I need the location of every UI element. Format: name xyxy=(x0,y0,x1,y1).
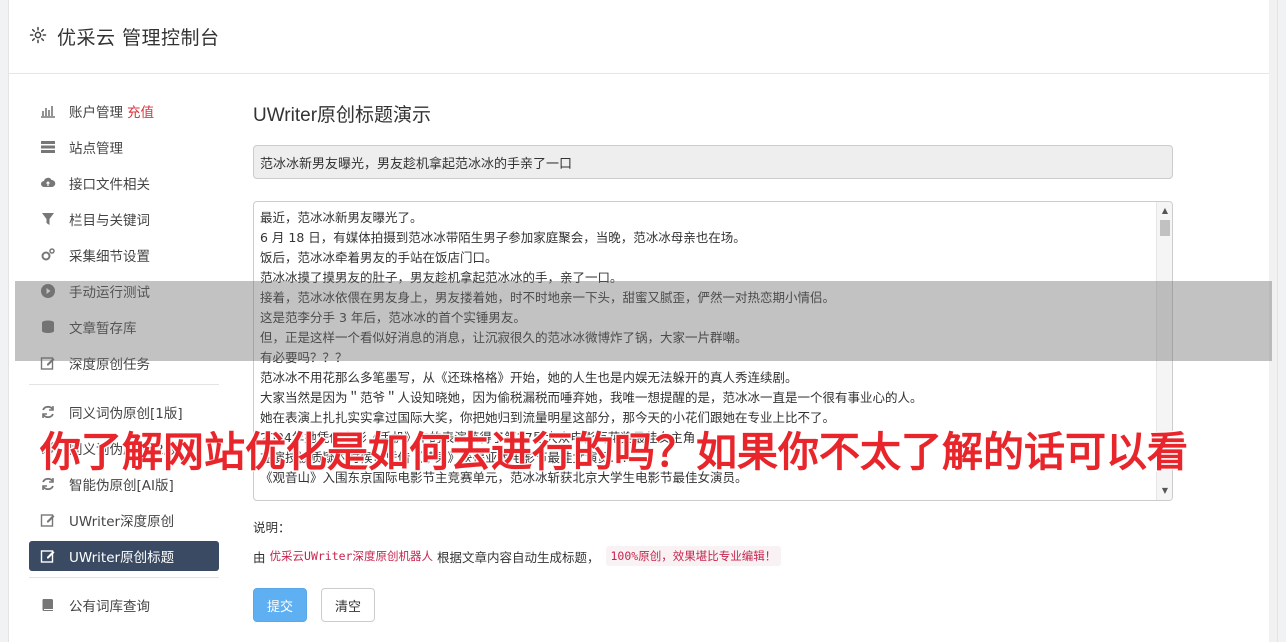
content-line: 最近，范冰冰新男友曝光了。 xyxy=(260,210,423,225)
edit-icon xyxy=(39,547,57,565)
bar-chart-icon xyxy=(39,102,57,120)
content-line: 6 月 18 日，有媒体拍摄到范冰冰带陌生男子参加家庭聚会，当晚，范冰冰母亲也在… xyxy=(260,230,746,245)
sidebar-item-uwriter-title[interactable]: UWriter原创标题 xyxy=(29,541,219,571)
note-label: 说明： xyxy=(253,520,291,535)
sidebar-item-public-lexicon[interactable]: 公有词库查询 xyxy=(29,590,219,620)
sidebar-divider xyxy=(29,577,219,578)
sidebar-item-label: UWriter原创标题 xyxy=(69,550,175,566)
note-prefix: 由 xyxy=(253,549,266,565)
submit-button[interactable]: 提交 xyxy=(253,588,307,622)
note-highlight: 100%原创，效果堪比专业编辑！ xyxy=(605,546,782,566)
sidebar-item-label: 采集细节设置 xyxy=(69,249,150,265)
brand-title: 优采云 管理控制台 xyxy=(57,27,220,49)
generated-title-field[interactable]: 范冰冰新男友曝光，男友趁机拿起范冰冰的手亲了一口 xyxy=(253,145,1173,179)
refresh-icon xyxy=(39,475,57,493)
overlay-caption: 你了解网站优化是如何去进行的吗？如果你不太了解的话可以看 xyxy=(40,428,1188,474)
cogs-icon xyxy=(39,246,57,264)
overlay-band xyxy=(15,281,1272,361)
sidebar-item-label: 智能伪原创[AI版] xyxy=(69,478,174,494)
sidebar-item-uwriter-deep[interactable]: UWriter深度原创 xyxy=(29,505,219,535)
sidebar-item-label: 账户管理 xyxy=(69,105,123,121)
sidebar-item-label: UWriter深度原创 xyxy=(69,514,175,530)
server-icon xyxy=(39,138,57,156)
sidebar-item-label: 接口文件相关 xyxy=(69,177,150,193)
main-panel: UWriter原创标题演示 范冰冰新男友曝光，男友趁机拿起范冰冰的手亲了一口 最… xyxy=(253,100,1173,622)
sidebar-item-collect-settings[interactable]: 采集细节设置 xyxy=(29,240,219,270)
book-icon xyxy=(39,596,57,614)
sidebar: 账户管理 充值 站点管理 接口文件相关 栏目与关键词 采集细节设置 手动运行测试… xyxy=(29,96,219,626)
content-line: 饭后，范冰冰牵着男友的手站在饭店门口。 xyxy=(260,250,498,265)
cloud-upload-icon xyxy=(39,174,57,192)
filter-icon xyxy=(39,210,57,228)
note-mid: 根据文章内容自动生成标题， xyxy=(436,549,600,565)
recharge-link[interactable]: 充值 xyxy=(127,101,154,121)
content-line: 大家当然是因为＂范爷＂人设知晓她，因为偷税漏税而唾弃她，我唯一想提醒的是，范冰冰… xyxy=(260,390,923,405)
sidebar-item-keywords[interactable]: 栏目与关键词 xyxy=(29,204,219,234)
top-bar: 优采云 管理控制台 xyxy=(9,0,1277,74)
note-robot-name: 优采云UWriter深度原创机器人 xyxy=(269,549,433,563)
gear-icon xyxy=(29,26,47,44)
scroll-down-arrow-icon[interactable]: ▼ xyxy=(1157,484,1172,498)
sidebar-item-account[interactable]: 账户管理 充值 xyxy=(29,96,219,126)
sidebar-divider xyxy=(29,384,219,385)
edit-icon xyxy=(39,511,57,529)
action-buttons: 提交 清空 xyxy=(253,588,1173,622)
note-text: 由 优采云UWriter深度原创机器人 根据文章内容自动生成标题， 100%原创… xyxy=(253,546,1173,566)
sidebar-item-label: 站点管理 xyxy=(69,141,123,157)
sidebar-item-interface-files[interactable]: 接口文件相关 xyxy=(29,168,219,198)
scroll-thumb[interactable] xyxy=(1160,220,1170,236)
scroll-up-arrow-icon[interactable]: ▲ xyxy=(1157,204,1172,218)
page-title: UWriter原创标题演示 xyxy=(253,105,432,126)
sidebar-item-sites[interactable]: 站点管理 xyxy=(29,132,219,162)
sidebar-item-label: 栏目与关键词 xyxy=(69,213,150,229)
sidebar-item-label: 公有词库查询 xyxy=(69,599,150,615)
content-line: 范冰冰不用花那么多笔墨写，从《还珠格格》开始，她的人生也是内娱无法躲开的真人秀连… xyxy=(260,370,798,385)
clear-button[interactable]: 清空 xyxy=(321,588,375,622)
